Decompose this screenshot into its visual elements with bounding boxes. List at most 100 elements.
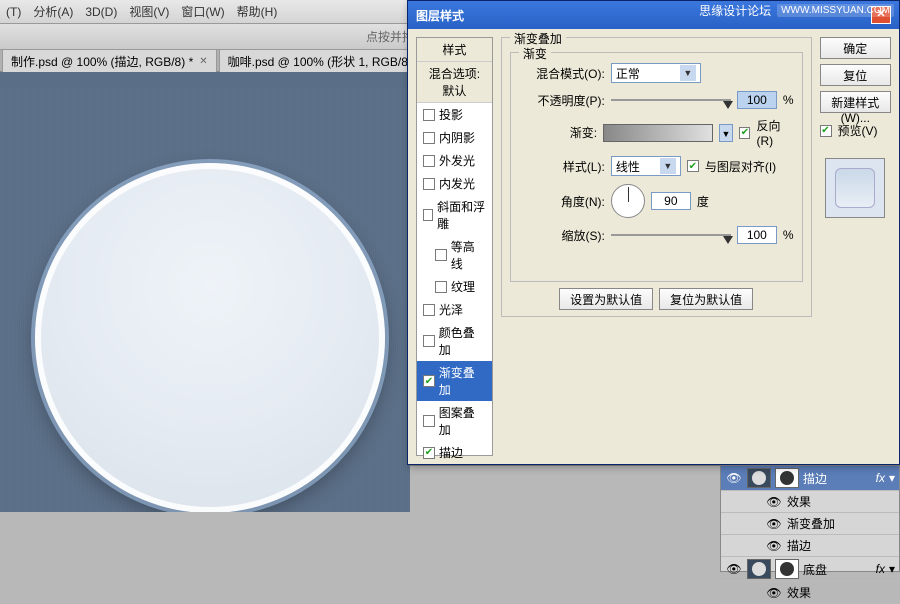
angle-unit: 度 — [697, 193, 709, 210]
ok-button[interactable]: 确定 — [820, 37, 892, 59]
canvas[interactable] — [0, 72, 410, 512]
menu-item[interactable]: (T) — [6, 5, 21, 19]
styles-list: 样式 混合选项:默认 投影内阴影外发光内发光斜面和浮雕等高线纹理光泽颜色叠加 ✔ 渐… — [416, 37, 493, 456]
menu-item[interactable]: 分析(A) — [33, 3, 73, 20]
panel-bg — [410, 465, 720, 572]
fx-badge[interactable]: fx — [876, 471, 885, 485]
percent-label: % — [783, 93, 794, 107]
visibility-icon[interactable]: 👁 — [765, 517, 783, 531]
visibility-icon[interactable]: 👁 — [725, 471, 743, 485]
tab-label: 制作.psd @ 100% (描边, RGB/8) * — [11, 53, 193, 70]
visibility-icon[interactable]: 👁 — [765, 539, 783, 553]
gradient-preview[interactable] — [603, 124, 712, 142]
new-style-button[interactable]: 新建样式(W)... — [820, 91, 892, 113]
style-checkbox[interactable] — [423, 209, 433, 221]
layer-row[interactable]: 👁 描边 fx ▾ — [721, 466, 899, 491]
chevron-down-icon[interactable]: ▼ — [719, 124, 734, 142]
menu-item[interactable]: 3D(D) — [85, 5, 117, 19]
dialog-title: 图层样式 — [416, 7, 464, 24]
opacity-slider[interactable] — [611, 99, 731, 101]
style-checkbox[interactable] — [423, 155, 435, 167]
style-label: 投影 — [439, 106, 463, 123]
visibility-icon[interactable]: 👁 — [725, 562, 743, 576]
style-label: 内阴影 — [439, 129, 475, 146]
sub-group-title: 渐变 — [519, 45, 551, 62]
layers-panel: 👁描边fx▾👁效果👁渐变叠加👁描边👁底盘fx▾👁效果 — [720, 465, 900, 572]
layer-effect-row[interactable]: 👁渐变叠加 — [721, 513, 899, 535]
style-checkbox[interactable] — [435, 249, 447, 261]
chevron-down-icon[interactable]: ▾ — [889, 471, 895, 485]
close-icon[interactable]: ✕ — [199, 56, 207, 67]
style-label: 渐变叠加 — [439, 364, 486, 398]
blend-options-header[interactable]: 混合选项:默认 — [417, 62, 492, 103]
preview-checkbox[interactable]: ✔ — [820, 125, 832, 137]
fx-badge[interactable]: fx — [876, 562, 885, 576]
blend-mode-label: 混合模式(O): — [519, 65, 605, 82]
cancel-button[interactable]: 复位 — [820, 64, 892, 86]
angle-dial[interactable] — [611, 184, 645, 218]
reverse-checkbox[interactable]: ✔ — [739, 127, 750, 139]
percent-label: % — [783, 228, 794, 242]
align-checkbox[interactable]: ✔ — [687, 160, 699, 172]
layer-name: 底盘 — [803, 561, 872, 578]
scale-slider[interactable] — [611, 234, 731, 236]
make-default-button[interactable]: 设置为默认值 — [559, 288, 653, 310]
style-checkbox[interactable] — [435, 281, 447, 293]
slider-thumb[interactable] — [723, 101, 733, 109]
reset-default-button[interactable]: 复位为默认值 — [659, 288, 753, 310]
menu-item[interactable]: 帮助(H) — [237, 3, 278, 20]
visibility-icon[interactable]: 👁 — [765, 495, 783, 509]
style-checkbox[interactable] — [423, 304, 435, 316]
style-row[interactable]: 等高线 — [417, 235, 492, 275]
preview-label: 预览(V) — [838, 122, 878, 139]
style-checkbox[interactable] — [423, 335, 435, 347]
style-select[interactable]: 线性 ▼ — [611, 156, 681, 176]
layer-style-dialog: 图层样式 ✕ 样式 混合选项:默认 投影内阴影外发光内发光斜面和浮雕等高线纹理光… — [407, 0, 900, 465]
gradient-overlay-panel: 渐变叠加 渐变 混合模式(O): 正常 ▼ 不透明度(P): 100 — [501, 37, 812, 456]
style-label: 样式(L): — [519, 158, 605, 175]
reverse-label: 反向(R) — [756, 117, 793, 148]
style-row[interactable]: 纹理 — [417, 275, 492, 298]
visibility-icon[interactable]: 👁 — [765, 586, 783, 600]
style-checkbox[interactable]: ✔ — [423, 375, 435, 387]
style-row[interactable]: 斜面和浮雕 — [417, 195, 492, 235]
blend-mode-value: 正常 — [616, 65, 640, 82]
style-row[interactable]: 内阴影 — [417, 126, 492, 149]
effect-label: 效果 — [787, 493, 811, 510]
watermark: 思缘设计论坛 WWW.MISSYUAN.COM — [699, 2, 894, 19]
style-row[interactable]: 外发光 — [417, 149, 492, 172]
layer-thumb — [747, 468, 771, 488]
opacity-label: 不透明度(P): — [519, 92, 605, 109]
style-row[interactable]: ✔ 渐变叠加 — [417, 361, 492, 401]
blend-mode-select[interactable]: 正常 ▼ — [611, 63, 701, 83]
effect-label: 描边 — [787, 537, 811, 554]
chevron-down-icon[interactable]: ▾ — [889, 562, 895, 576]
circle-shape — [35, 163, 385, 512]
style-row[interactable]: 图案叠加 — [417, 401, 492, 441]
style-row[interactable]: 内发光 — [417, 172, 492, 195]
scale-input[interactable]: 100 — [737, 226, 777, 244]
opacity-input[interactable]: 100 — [737, 91, 777, 109]
style-checkbox[interactable]: ✔ — [423, 447, 435, 459]
layer-effect-row[interactable]: 👁 效果 — [721, 491, 899, 513]
style-row[interactable]: ✔描边 — [417, 441, 492, 464]
menu-item[interactable]: 窗口(W) — [181, 3, 224, 20]
layer-row[interactable]: 👁 底盘 fx ▾ — [721, 557, 899, 582]
styles-header[interactable]: 样式 — [417, 38, 492, 62]
style-row[interactable]: 颜色叠加 — [417, 321, 492, 361]
style-checkbox[interactable] — [423, 415, 435, 427]
style-row[interactable]: 投影 — [417, 103, 492, 126]
menu-item[interactable]: 视图(V) — [129, 3, 169, 20]
scale-label: 缩放(S): — [519, 227, 605, 244]
style-checkbox[interactable] — [423, 109, 435, 121]
document-tab[interactable]: 制作.psd @ 100% (描边, RGB/8) * ✕ — [2, 49, 217, 73]
style-checkbox[interactable] — [423, 132, 435, 144]
style-row[interactable]: 光泽 — [417, 298, 492, 321]
layer-effect-row[interactable]: 👁 描边 — [721, 535, 899, 557]
angle-input[interactable]: 90 — [651, 192, 691, 210]
chevron-down-icon: ▼ — [660, 158, 676, 174]
slider-thumb[interactable] — [723, 236, 733, 244]
layer-name: 描边 — [803, 470, 872, 487]
style-checkbox[interactable] — [423, 178, 435, 190]
layer-effect-row[interactable]: 👁效果 — [721, 582, 899, 604]
